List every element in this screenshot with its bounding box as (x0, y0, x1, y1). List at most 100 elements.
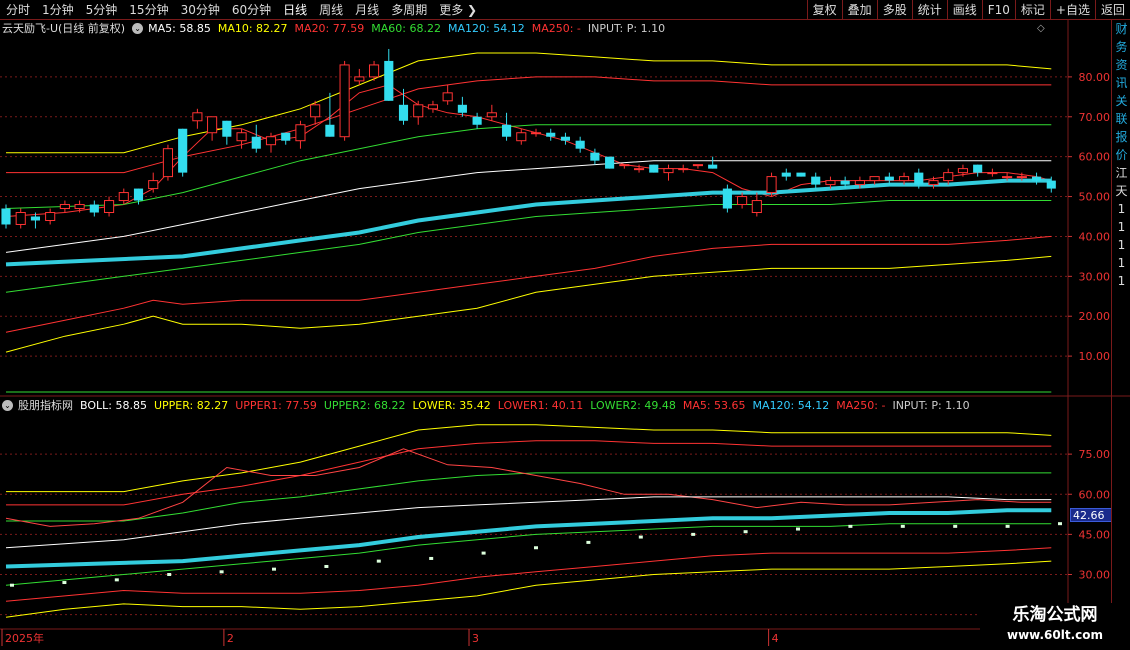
dot-marker (586, 540, 591, 544)
dot-marker (900, 524, 905, 528)
candle-body (207, 116, 218, 134)
candle-body (339, 64, 350, 138)
dot-marker (324, 564, 329, 568)
panel-char: 价 (1115, 148, 1128, 162)
sub-legend: ⌄ 股朋指标网 BOLL: 58.85 UPPER: 82.27 UPPER1: 7… (2, 397, 977, 413)
candle-body (265, 136, 277, 146)
dot-marker (272, 567, 276, 571)
candle-body (222, 120, 232, 137)
candle-body (766, 176, 777, 194)
candle-body (854, 180, 865, 186)
candle-body (472, 116, 482, 125)
y-tick-label: 75.00 (1079, 448, 1111, 461)
legend-item: BOLL: 58.85 (80, 398, 147, 412)
panel-char: 1 (1117, 202, 1126, 216)
diamond-icon[interactable]: ◇ (1037, 23, 1045, 34)
legend-item: MA5: 58.85 (148, 21, 211, 35)
legend-item: MA60: 68.22 (371, 21, 441, 35)
candle-body (103, 200, 115, 214)
candle-body (722, 188, 732, 209)
price-tag: 42.66 (1070, 508, 1112, 522)
candle-body (398, 104, 409, 121)
series-line (5, 547, 1052, 602)
legend-item: MA5: 53.65 (682, 398, 746, 412)
dot-marker (62, 581, 67, 585)
dot-marker (848, 524, 853, 528)
x-tick-label: 2025年 (5, 631, 44, 645)
candle-body (251, 136, 261, 149)
candle-body (59, 204, 70, 210)
dot-marker (114, 578, 119, 582)
candle-body (310, 104, 321, 118)
candle-body (605, 156, 615, 169)
dot-marker (376, 559, 381, 563)
candle-body (427, 104, 439, 110)
candle-body (1016, 176, 1027, 179)
candle-body (15, 212, 26, 225)
dot-marker (691, 532, 696, 536)
candle-body (914, 172, 924, 185)
candle-body (1031, 176, 1042, 181)
right-info-panel[interactable]: 财务资讯关联报价江天 1 1 1 1 1 (1111, 20, 1130, 650)
candle-body (751, 200, 762, 214)
chart-canvas: 10.00 20.00 30.00 40.00 50.00 60.00 70.00 80.00… (0, 20, 1130, 650)
legend-item: UPPER: 82.27 (153, 398, 229, 412)
watermark-url: www.60lt.com (1006, 628, 1104, 642)
candle-body (192, 112, 203, 122)
candle-body (678, 168, 689, 171)
legend-item: LOWER: 35.42 (412, 398, 491, 412)
candle-body (118, 192, 129, 202)
stock-title: 云天励飞-U(日线 前复权) (2, 22, 126, 35)
legend-item: MA10: 82.27 (217, 21, 288, 35)
panel-char: 1 (1117, 274, 1126, 288)
y-tick-label: 60.00 (1079, 151, 1111, 164)
dot-marker (1005, 524, 1010, 528)
legend-item: MA120: 54.12 (447, 21, 525, 35)
candle-body (486, 112, 497, 118)
candle-body (811, 176, 821, 185)
candle-body (692, 164, 704, 167)
candle-body (530, 132, 542, 135)
y-tick-label: 70.00 (1079, 111, 1111, 124)
panel-char: 资 (1115, 58, 1128, 72)
chevron-down-icon[interactable]: ⌄ (132, 22, 144, 34)
candle-body (928, 180, 939, 186)
dot-marker (1058, 522, 1062, 526)
legend-item: LOWER2: 49.48 (590, 398, 676, 412)
x-tick-label: 3 (472, 632, 479, 645)
candle-body (368, 64, 380, 78)
candle-body (89, 204, 99, 213)
indicator-title: 股朋指标网 (18, 399, 73, 412)
legend-item: INPUT: P: 1.10 (587, 21, 666, 35)
series-line (5, 235, 1052, 333)
candle-body (1046, 180, 1056, 189)
candle-body (796, 172, 806, 177)
y-tick-label: 50.00 (1079, 191, 1111, 204)
candle-body (957, 168, 969, 174)
candle-body (781, 172, 791, 177)
candle-body (501, 124, 512, 137)
candle-body (869, 176, 880, 182)
candle-body (354, 76, 365, 82)
main-legend: 云天励飞-U(日线 前复权) ⌄ MA5: 58.85 MA10: 82.27 MA… (2, 20, 672, 36)
panel-char: 关 (1115, 94, 1128, 108)
candle-body (148, 180, 159, 190)
candle-body (546, 132, 556, 137)
dot-marker (796, 527, 800, 531)
panel-char: 江 (1115, 166, 1128, 180)
dot-marker (167, 573, 172, 576)
candle-body (516, 132, 527, 142)
legend-item: MA250: - (531, 21, 581, 35)
dot-marker (10, 583, 14, 587)
chevron-down-icon[interactable]: ⌄ (2, 399, 13, 411)
candle-body (943, 172, 954, 182)
series-line (6, 52, 1052, 154)
x-tick-label: 4 (772, 632, 779, 645)
y-tick-label: 45.00 (1079, 528, 1111, 541)
candle-body (45, 212, 56, 221)
series-line (5, 560, 1052, 618)
series-line (5, 178, 1052, 267)
panel-char: 讯 (1115, 76, 1128, 90)
y-tick-label: 10.00 (1079, 350, 1111, 363)
candle-body (413, 104, 424, 118)
